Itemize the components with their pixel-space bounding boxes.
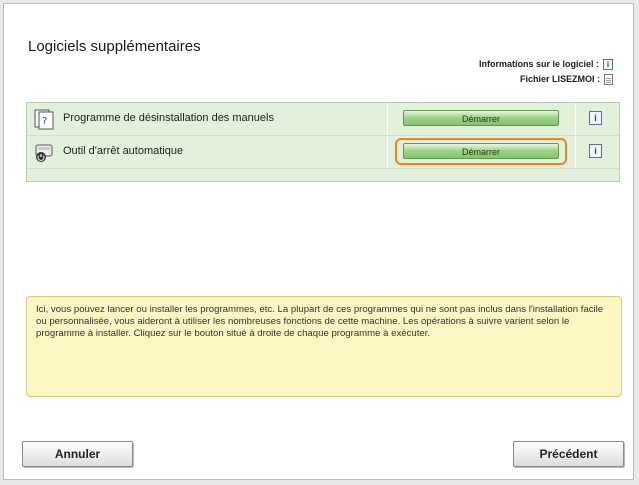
dialog-title: Logiciels supplémentaires [28, 38, 201, 55]
program-info-icon[interactable]: i [589, 111, 602, 125]
program-row: Outil d'arrêt automatique Démarrer i [27, 136, 619, 169]
start-button-uninstall-manuals[interactable]: Démarrer [403, 110, 559, 126]
readme-label: Fichier LISEZMOI : [519, 74, 600, 84]
software-info-icon[interactable]: i [603, 59, 613, 70]
previous-button[interactable]: Précédent [513, 441, 624, 467]
cancel-button[interactable]: Annuler [22, 441, 133, 467]
readme-file-icon[interactable] [604, 74, 613, 85]
program-info-icon[interactable]: i [589, 144, 602, 158]
highlight-frame [395, 138, 567, 165]
description-panel: Ici, vous pouvez lancer ou installer les… [26, 296, 622, 397]
program-row: ? Programme de désinstallation des manue… [27, 103, 619, 136]
column-divider [387, 103, 388, 135]
column-divider [575, 136, 576, 168]
column-divider [387, 136, 388, 168]
auto-shutdown-tool-icon [35, 144, 53, 162]
column-divider [575, 103, 576, 135]
program-table: ? Programme de désinstallation des manue… [26, 102, 620, 182]
software-info-label: Informations sur le logiciel : [478, 59, 599, 69]
supplementary-software-dialog: Logiciels supplémentaires Informations s… [3, 3, 634, 480]
info-links: Informations sur le logiciel : i Fichier… [479, 57, 613, 87]
program-name: Programme de désinstallation des manuels [63, 112, 274, 124]
uninstall-manual-icon: ? [34, 109, 54, 130]
program-name: Outil d'arrêt automatique [63, 145, 184, 157]
svg-text:?: ? [42, 116, 47, 127]
